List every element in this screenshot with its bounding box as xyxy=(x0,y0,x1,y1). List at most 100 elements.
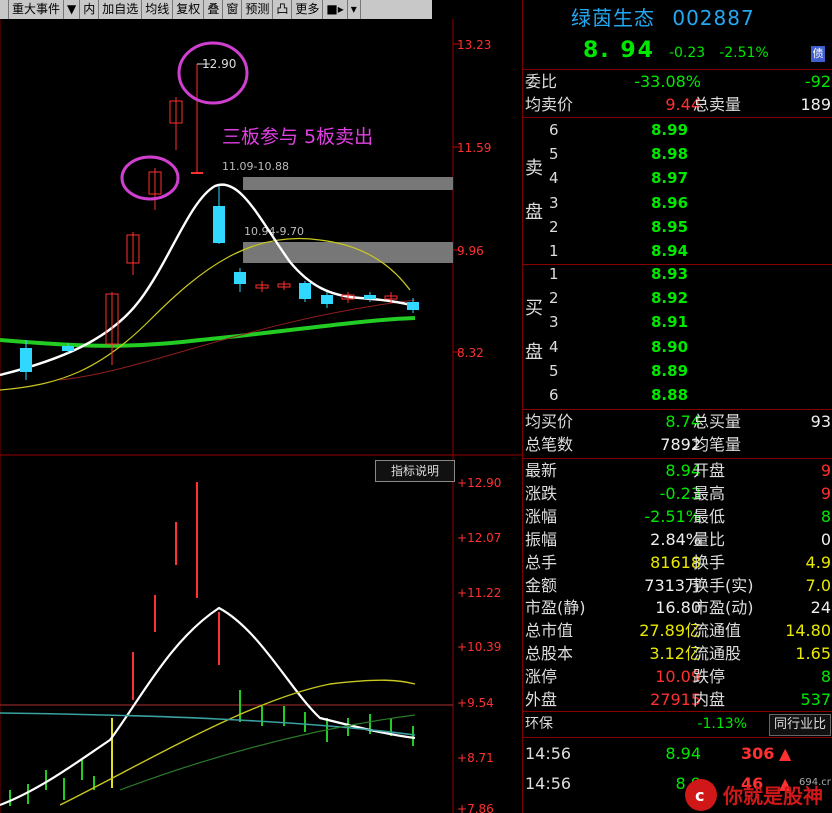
quote-row: 金额 7313万 换手(实) 7.0 xyxy=(523,574,832,598)
level-number: 6 xyxy=(549,121,559,139)
quote-value: 7.0 xyxy=(805,575,831,595)
indicator-help-button[interactable]: 指标说明 xyxy=(375,460,455,482)
quote-value: 4.9 xyxy=(805,552,831,572)
price-tick: 8.32 xyxy=(457,346,484,360)
ind-tick: +7.86 xyxy=(457,802,494,813)
stock-name: 绿茵生态 xyxy=(571,6,655,30)
quote-label: 涨停 xyxy=(525,667,558,687)
watermark-logo-mark: c xyxy=(695,786,704,805)
level-number: 6 xyxy=(549,386,559,404)
level-price: 8.96 xyxy=(651,193,689,212)
stock-code: 002887 xyxy=(672,6,755,30)
quote-value: 189 xyxy=(800,95,831,114)
quote-label: 换手(实) xyxy=(693,575,754,595)
level-price: 8.94 xyxy=(651,242,689,260)
price-tick: 9.96 xyxy=(457,244,484,258)
quote-row: 振幅 2.84% 量比 0 xyxy=(523,528,832,552)
ind-tick: +12.07 xyxy=(457,531,501,545)
quote-label: 振幅 xyxy=(525,529,558,549)
quote-row: 总市值 27.89亿 流通值 14.80 xyxy=(523,619,832,643)
level-price: 8.99 xyxy=(651,121,689,139)
candles xyxy=(20,63,419,380)
quote-panel: 绿茵生态 002887 8. 94 -0.23 -2.51% 债 委比 -33.0… xyxy=(522,0,832,813)
candle xyxy=(277,281,291,290)
resistance-band-2-label: 10.94-9.70 xyxy=(244,225,304,238)
tick-time: 14:56 xyxy=(525,774,572,793)
candle xyxy=(148,168,162,210)
price-change: -0.23 xyxy=(668,45,706,61)
orderbook-level[interactable]: 1 8.93 xyxy=(523,262,832,286)
industry-compare-button[interactable]: 同行业比 xyxy=(768,714,831,736)
quote-label: 金额 xyxy=(525,575,558,595)
quote-row: 涨幅 -2.51% 最低 8 xyxy=(523,505,832,529)
sector-change: -1.13% xyxy=(697,716,747,732)
resistance-band-2 xyxy=(243,242,453,263)
level-price: 8.92 xyxy=(651,289,689,308)
quote-row: 市盈(静) 16.80 市盈(动) 24 xyxy=(523,596,832,620)
candle xyxy=(213,186,225,244)
entry-circle xyxy=(120,155,180,201)
quote-label: 涨幅 xyxy=(525,506,558,526)
resistance-band-1-label: 11.09-10.88 xyxy=(222,160,289,173)
orderbook-level[interactable]: 1 8.94 xyxy=(523,239,832,263)
orderbook-level[interactable]: 4 8.97 xyxy=(523,166,832,190)
sector-row: 环保 -1.13% 同行业比 xyxy=(523,712,832,736)
level-price: 8.90 xyxy=(651,337,689,356)
price-change-pct: -2.51% xyxy=(719,45,769,61)
price-axis: 13.23 11.59 9.96 8.32 xyxy=(453,38,491,360)
ind-line-white xyxy=(0,606,416,807)
indicator-axis: +12.90 +12.07 +11.22 +10.39 +9.54 +8.71 … xyxy=(457,476,501,813)
level-number: 4 xyxy=(549,169,559,188)
quote-label: 总手 xyxy=(525,552,558,572)
tick-volume: 306 xyxy=(741,744,775,763)
tick-price: 8.94 xyxy=(665,744,701,763)
price-tick: 13.23 xyxy=(457,38,491,52)
orderbook-level[interactable]: 2 8.95 xyxy=(523,215,832,239)
level-price: 8.88 xyxy=(651,386,689,404)
quote-label: 总笔数 xyxy=(525,435,574,454)
resistance-band-1 xyxy=(243,177,453,190)
quote-value: 27.89亿 xyxy=(639,621,701,641)
orderbook-level[interactable]: 3 8.91 xyxy=(523,310,832,334)
candle xyxy=(234,268,246,292)
quote-row: 总股本 3.12亿 流通股 1.65 xyxy=(523,642,832,666)
orderbook-level[interactable]: 6 8.99 xyxy=(523,118,832,142)
ind-line-cyan xyxy=(0,712,416,736)
orderbook-level[interactable]: 5 8.89 xyxy=(523,359,832,383)
quote-row: 总笔数 7892 均笔量 xyxy=(523,433,832,457)
margin-badge: 债 xyxy=(811,46,825,62)
quote-row: 外盘 27915 内盘 537 xyxy=(523,688,832,712)
level-price: 8.91 xyxy=(651,313,689,332)
orderbook-level[interactable]: 4 8.90 xyxy=(523,335,832,359)
quote-label: 外盘 xyxy=(525,690,558,709)
sector-name[interactable]: 环保 xyxy=(525,712,553,736)
candle xyxy=(126,232,140,275)
quote-label: 内盘 xyxy=(693,690,726,709)
quote-value: 8 xyxy=(820,506,831,526)
level-number: 1 xyxy=(549,242,559,260)
quote-label: 流通值 xyxy=(693,621,742,641)
quote-row: 总手 81618 换手 4.9 xyxy=(523,551,832,575)
level-price: 8.97 xyxy=(651,169,689,188)
quote-label: 跌停 xyxy=(693,667,726,687)
candle xyxy=(407,298,419,313)
quote-label: 均买价 xyxy=(525,412,574,431)
level-number: 3 xyxy=(549,193,559,212)
orderbook-level[interactable]: 2 8.92 xyxy=(523,286,832,310)
quote-label: 开盘 xyxy=(693,461,726,480)
orderbook-level[interactable]: 6 8.88 xyxy=(523,383,832,407)
quote-label: 均笔量 xyxy=(693,435,742,454)
watermark: c 你就是股神 694.cn xyxy=(685,777,831,811)
level-number: 5 xyxy=(549,145,559,164)
level-number: 2 xyxy=(549,217,559,236)
quote-row: 均卖价 9.44 总卖量 189 xyxy=(523,93,832,117)
quote-label: 市盈(动) xyxy=(693,598,754,618)
orderbook-level[interactable]: 5 8.98 xyxy=(523,142,832,166)
price-tick: 11.59 xyxy=(457,141,491,155)
quote-value: 0 xyxy=(820,529,831,549)
orderbook-level[interactable]: 3 8.96 xyxy=(523,191,832,215)
quote-value: 24 xyxy=(810,598,831,618)
chart-panel: 重大事件 ▼ 内 加自选 均线 复权 叠 窗 预测 凸 更多 ■▸ ▾ 13.2… xyxy=(0,0,522,813)
quote-label: 量比 xyxy=(693,529,726,549)
quote-label: 最高 xyxy=(693,483,726,503)
